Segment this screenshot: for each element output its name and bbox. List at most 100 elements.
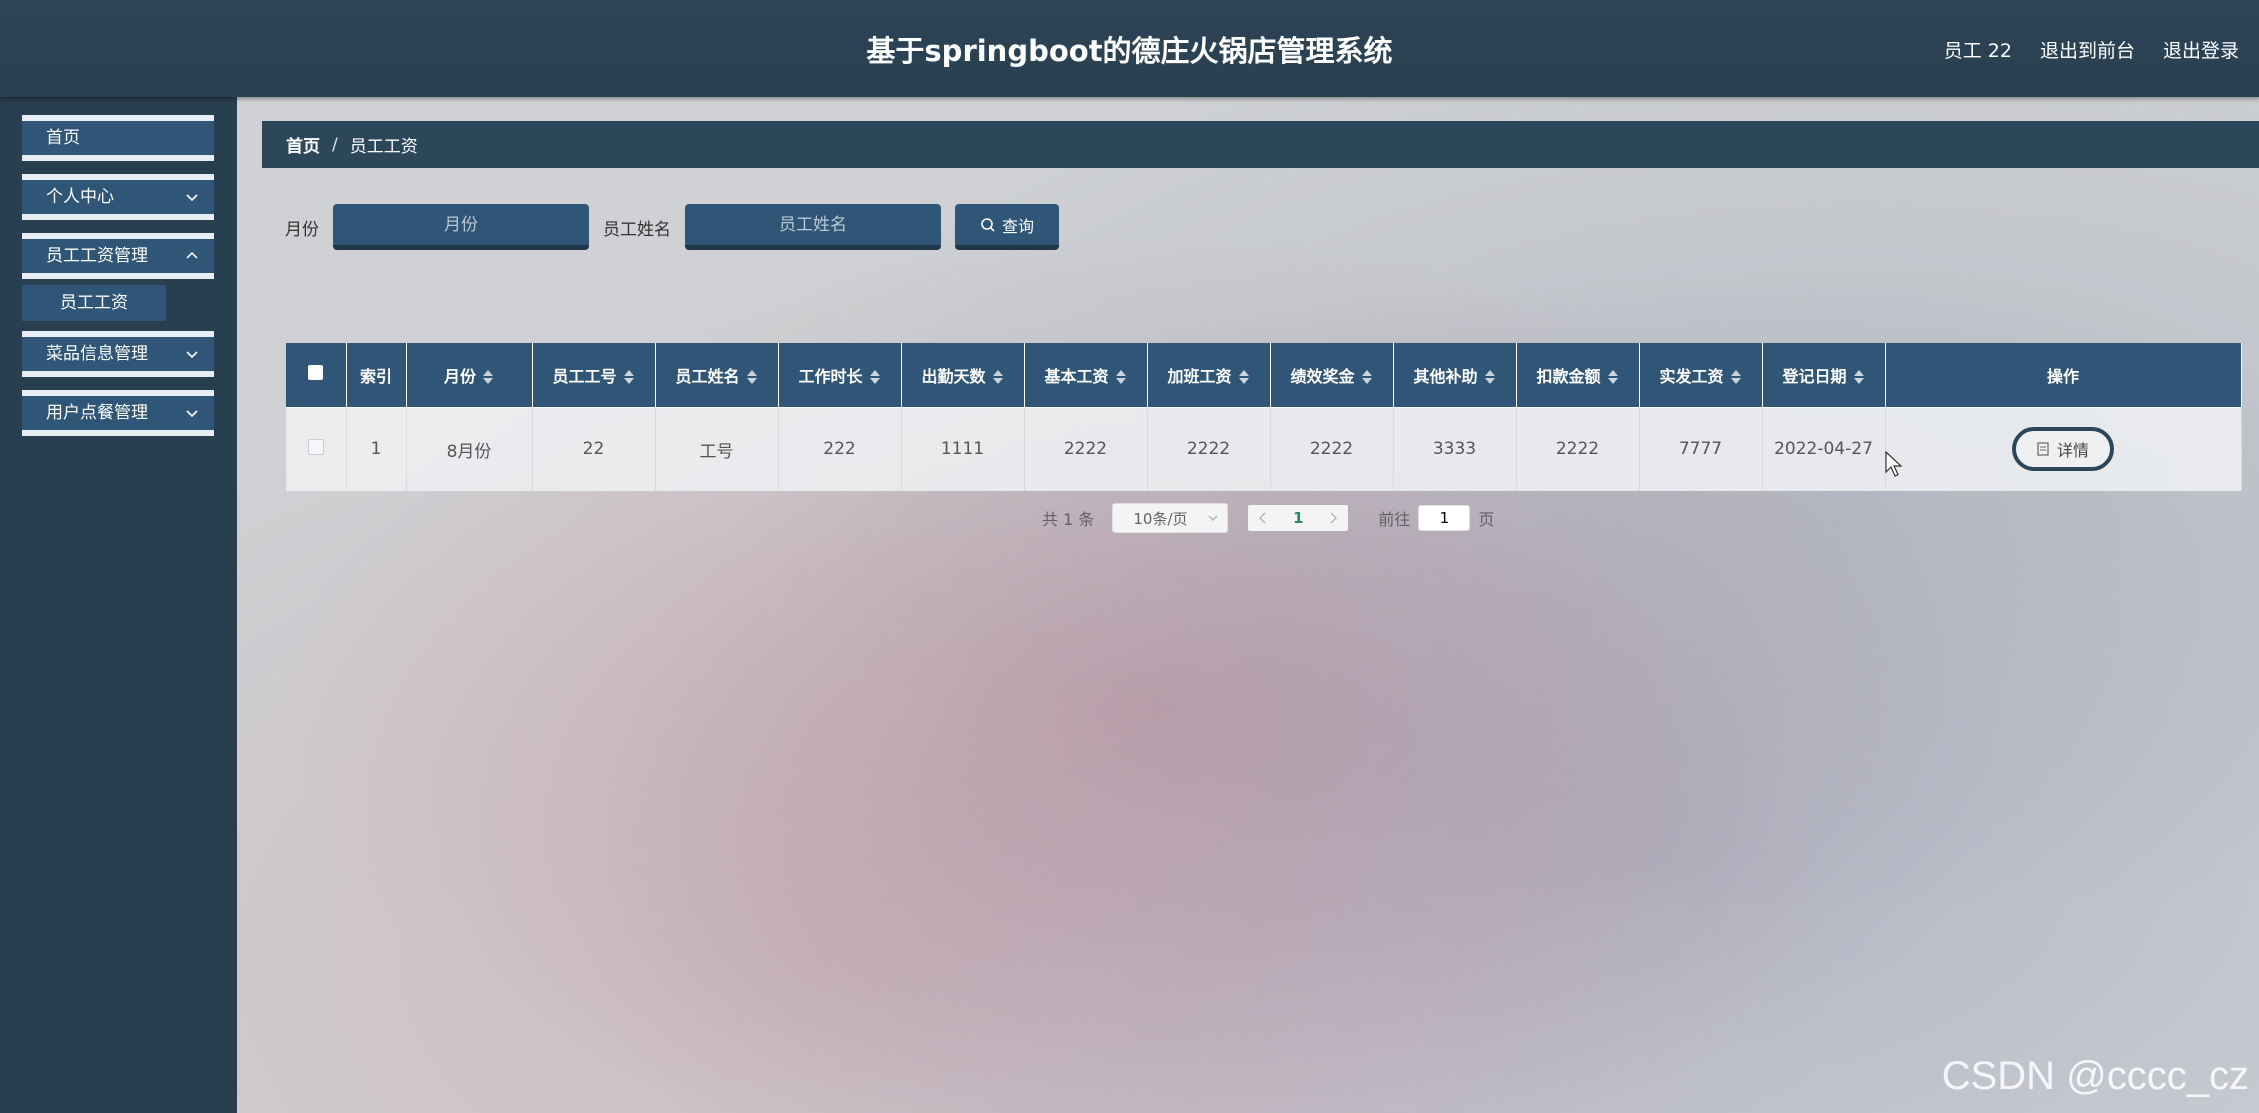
column-header[interactable]: 员工工号	[532, 343, 656, 407]
table-cell: 222	[778, 406, 902, 491]
document-icon	[2037, 442, 2049, 456]
salary-table: 索引 月份 员工工号 员工姓名 工作时长 出勤天数 基本工资 加班工资 绩效奖金…	[286, 343, 2242, 491]
sidebar-item-dish-management[interactable]: 菜品信息管理	[22, 331, 214, 377]
sort-icon[interactable]	[1853, 369, 1865, 385]
column-header[interactable]: 出勤天数	[901, 343, 1025, 407]
sort-icon[interactable]	[1730, 369, 1742, 385]
column-header[interactable]: 员工姓名	[655, 343, 779, 407]
column-label: 员工工号	[552, 366, 617, 386]
sort-icon[interactable]	[746, 369, 758, 385]
column-header[interactable]: 实发工资	[1639, 343, 1763, 407]
chevron-right-icon	[1330, 512, 1338, 523]
prev-page-button[interactable]	[1248, 509, 1278, 528]
back-to-front-link[interactable]: 退出到前台	[2040, 36, 2135, 63]
total-count: 共 1 条	[1042, 510, 1095, 529]
sort-icon[interactable]	[623, 369, 635, 385]
page-size-select[interactable]: 10条/页	[1112, 503, 1229, 533]
sidebar-subitem-salary[interactable]: 员工工资	[22, 285, 166, 321]
column-header[interactable]: 工作时长	[778, 343, 902, 407]
sort-icon[interactable]	[992, 369, 1004, 385]
row-checkbox[interactable]	[307, 438, 324, 455]
top-header: 基于springboot的德庄火锅店管理系统 员工 22 退出到前台 退出登录	[0, 0, 2259, 97]
goto-page-input[interactable]	[1418, 505, 1471, 531]
sidebar-item-label: 首页	[46, 128, 80, 148]
sort-icon[interactable]	[1484, 369, 1496, 385]
column-label: 加班工资	[1167, 366, 1232, 386]
table-cell: 3333	[1393, 406, 1517, 491]
sidebar-item-home[interactable]: 首页	[22, 115, 214, 161]
column-label: 其他补助	[1413, 366, 1478, 386]
column-label: 登记日期	[1782, 366, 1847, 386]
table-cell: 2222	[1147, 406, 1271, 491]
column-header[interactable]: 其他补助	[1393, 343, 1517, 407]
sort-icon[interactable]	[1238, 369, 1250, 385]
breadcrumb: 首页 / 员工工资	[262, 121, 2259, 168]
table-cell: 22	[532, 406, 656, 491]
column-label: 工作时长	[798, 366, 863, 386]
page-number[interactable]: 1	[1278, 509, 1318, 527]
chevron-left-icon	[1259, 512, 1266, 523]
sidebar-item-salary-management[interactable]: 员工工资管理	[22, 233, 214, 279]
sort-icon[interactable]	[482, 369, 494, 385]
sidebar-item-label: 菜品信息管理	[46, 344, 148, 364]
detail-button-label: 详情	[2056, 441, 2089, 461]
detail-button[interactable]: 详情	[2012, 427, 2114, 472]
chevron-down-icon	[186, 351, 198, 359]
name-label: 员工姓名	[603, 219, 671, 240]
column-label: 基本工资	[1044, 366, 1109, 386]
column-header: 索引	[346, 343, 407, 407]
column-label: 绩效奖金	[1290, 366, 1355, 386]
logout-link[interactable]: 退出登录	[2163, 36, 2239, 63]
row-select-cell[interactable]	[286, 406, 347, 491]
watermark: CSDN @cccc_cz	[1941, 1054, 2249, 1098]
goto-suffix: 页	[1478, 510, 1495, 529]
column-header[interactable]: 扣款金额	[1516, 343, 1640, 407]
column-header[interactable]: 基本工资	[1024, 343, 1148, 407]
column-label: 操作	[2046, 366, 2079, 386]
month-input[interactable]	[333, 204, 589, 250]
table-cell: 2222	[1516, 406, 1640, 491]
table-cell: 2222	[1024, 406, 1148, 491]
pager: 1	[1248, 505, 1349, 531]
sidebar-subitem-label: 员工工资	[60, 293, 128, 313]
sort-icon[interactable]	[1115, 369, 1127, 385]
column-label: 扣款金额	[1536, 366, 1601, 386]
column-label: 实发工资	[1659, 366, 1724, 386]
sidebar-item-order-management[interactable]: 用户点餐管理	[22, 390, 214, 436]
main-content: 首页 / 员工工资 月份 员工姓名 查询 索引 月份 员工工号 员工姓名 工	[237, 97, 2259, 1113]
table-cell: 8月份	[406, 406, 533, 491]
sidebar: 首页 个人中心 员工工资管理 员工工资 菜品信息管理 用户点餐管理	[0, 97, 237, 1113]
search-icon	[981, 217, 995, 232]
sidebar-item-label: 用户点餐管理	[46, 403, 148, 423]
employee-name-input[interactable]	[685, 204, 941, 250]
select-all-checkbox[interactable]	[308, 365, 324, 381]
breadcrumb-current: 员工工资	[349, 137, 418, 157]
pagination: 共 1 条 10条/页 1 前往 页	[1042, 503, 1494, 533]
chevron-down-icon	[1208, 515, 1218, 521]
sidebar-item-label: 个人中心	[46, 187, 114, 207]
column-header[interactable]: 绩效奖金	[1270, 343, 1394, 407]
table-cell: 1	[346, 406, 407, 491]
column-header[interactable]: 月份	[406, 343, 533, 407]
goto-label: 前往	[1378, 510, 1411, 529]
table-header-row: 索引 月份 员工工号 员工姓名 工作时长 出勤天数 基本工资 加班工资 绩效奖金…	[286, 343, 2242, 407]
month-label: 月份	[285, 219, 319, 240]
sidebar-item-personal-center[interactable]: 个人中心	[22, 174, 214, 220]
sort-icon[interactable]	[1361, 369, 1373, 385]
breadcrumb-home[interactable]: 首页	[286, 132, 320, 157]
sidebar-item-label: 员工工资管理	[46, 246, 148, 266]
column-header[interactable]: 加班工资	[1147, 343, 1271, 407]
search-bar: 月份 员工姓名 查询	[285, 204, 1059, 250]
sort-icon[interactable]	[1607, 369, 1619, 385]
sort-icon[interactable]	[869, 369, 881, 385]
column-label: 员工姓名	[675, 366, 740, 386]
select-all-header[interactable]	[286, 343, 347, 407]
next-page-button[interactable]	[1318, 509, 1348, 528]
table-cell: 工号	[655, 406, 779, 491]
query-button[interactable]: 查询	[955, 204, 1059, 250]
table-row: 1 8月份 22 工号 222 1111 2222 2222 2222 3333…	[286, 406, 2242, 491]
column-header[interactable]: 登记日期	[1762, 343, 1886, 407]
chevron-down-icon	[186, 410, 198, 418]
mouse-cursor-icon	[1885, 451, 1903, 477]
chevron-down-icon	[186, 194, 198, 202]
